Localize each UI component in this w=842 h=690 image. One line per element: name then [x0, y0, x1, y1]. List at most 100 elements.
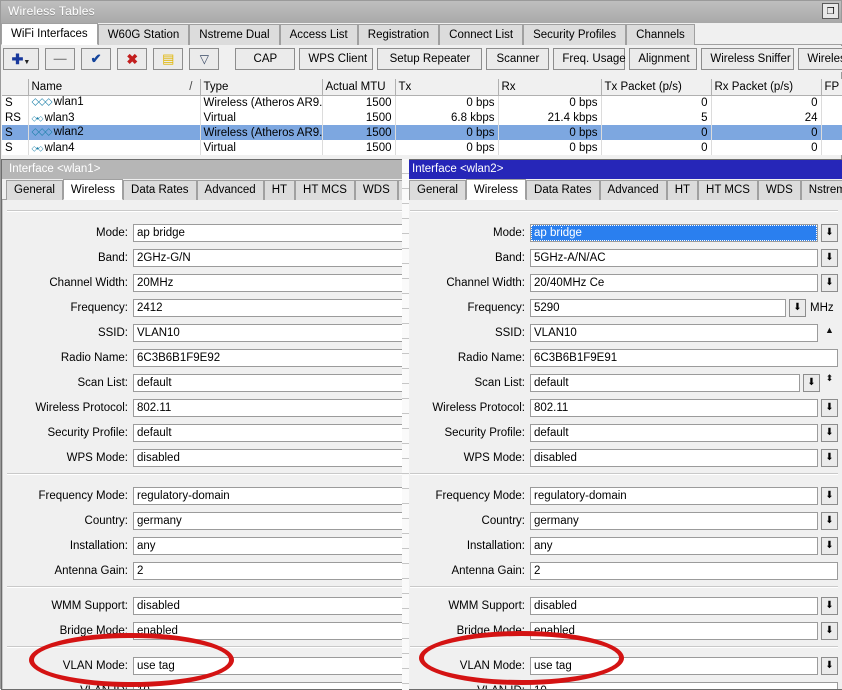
- column-header-rx-packet-p-s-[interactable]: Rx Packet (p/s): [711, 79, 822, 96]
- comment-button[interactable]: ▤: [153, 48, 184, 70]
- toolbar-button-wireless-sniffer[interactable]: Wireless Sniffer: [701, 48, 795, 70]
- dialog-tab-general[interactable]: General: [409, 180, 466, 200]
- dialog-tab-ht[interactable]: HT: [263, 180, 296, 200]
- dropdown-button-scan-list[interactable]: ⬇: [803, 374, 820, 392]
- dialog-tab-general[interactable]: General: [6, 180, 63, 200]
- field-input-ssid[interactable]: VLAN10: [530, 324, 818, 342]
- field-input-antenna-gain[interactable]: 2: [133, 562, 405, 580]
- field-input-wps-mode[interactable]: disabled: [133, 449, 405, 467]
- dropdown-button-country[interactable]: ⬇: [821, 512, 838, 530]
- field-input-band[interactable]: 2GHz-G/N: [133, 249, 405, 267]
- field-input-wireless-protocol[interactable]: 802.11: [530, 399, 818, 417]
- main-tab-wifi-interfaces[interactable]: WiFi Interfaces: [1, 23, 98, 45]
- toolbar-button-freq-usage[interactable]: Freq. Usage: [553, 48, 626, 70]
- toolbar-button-scanner[interactable]: Scanner: [486, 48, 550, 70]
- field-input-installation[interactable]: any: [133, 537, 405, 555]
- toolbar-button-wps-client[interactable]: WPS Client: [299, 48, 374, 70]
- field-input-wireless-protocol[interactable]: 802.11: [133, 399, 405, 417]
- dialog-tab-data-rates[interactable]: Data Rates: [123, 180, 197, 200]
- field-input-radio-name[interactable]: 6C3B6B1F9E92: [133, 349, 405, 367]
- table-row[interactable]: S ⬦⬦⬦ wlan2 Wireless (Atheros AR9... 1500 0 b…: [2, 125, 842, 140]
- disable-button[interactable]: ✖: [117, 48, 148, 70]
- dropdown-button-mode[interactable]: ⬇: [821, 224, 838, 242]
- dropdown-button-vlan-mode[interactable]: ⬇: [821, 657, 838, 675]
- enable-button[interactable]: ✔: [81, 48, 112, 70]
- field-input-mode[interactable]: ap bridge: [133, 224, 405, 242]
- field-input-security-profile[interactable]: default: [133, 424, 405, 442]
- field-input-frequency[interactable]: 5290: [530, 299, 786, 317]
- column-header-type[interactable]: Type: [200, 79, 323, 96]
- field-input-wmm-support[interactable]: disabled: [530, 597, 818, 615]
- table-row[interactable]: S ⬦•⬦ wlan4 Virtual 1500 0 bps 0 bps 0 0: [2, 140, 842, 155]
- field-input-channel-width[interactable]: 20/40MHz Ce: [530, 274, 818, 292]
- dialog-tab-wireless[interactable]: Wireless: [62, 179, 124, 200]
- column-header-actual-mtu[interactable]: Actual MTU: [322, 79, 396, 96]
- field-input-radio-name[interactable]: 6C3B6B1F9E91: [530, 349, 838, 367]
- dialog-tab-ht-mcs[interactable]: HT MCS: [295, 180, 355, 200]
- field-input-vlan-mode[interactable]: use tag: [133, 657, 405, 675]
- wlan2-dialog-title[interactable]: Interface <wlan2>: [405, 160, 842, 179]
- main-tab-nstreme-dual[interactable]: Nstreme Dual: [189, 24, 280, 45]
- wlan1-dialog-title[interactable]: Interface <wlan1>: [2, 160, 408, 179]
- column-header-tx[interactable]: Tx: [395, 79, 499, 96]
- filter-button[interactable]: ▽: [189, 48, 220, 70]
- field-input-scan-list[interactable]: default: [133, 374, 405, 392]
- toolbar-button-setup-repeater[interactable]: Setup Repeater: [377, 48, 483, 70]
- field-input-bridge-mode[interactable]: enabled: [133, 622, 405, 640]
- main-tab-channels[interactable]: Channels: [626, 24, 695, 45]
- dropdown-button-frequency[interactable]: ⬇: [789, 299, 806, 317]
- field-input-security-profile[interactable]: default: [530, 424, 818, 442]
- field-input-installation[interactable]: any: [530, 537, 818, 555]
- dialog-tab-advanced[interactable]: Advanced: [599, 180, 667, 200]
- dropdown-button-band[interactable]: ⬇: [821, 249, 838, 267]
- dialog-tab-ht[interactable]: HT: [666, 180, 699, 200]
- add-button[interactable]: ✚▼: [3, 48, 39, 70]
- main-tab-connect-list[interactable]: Connect List: [439, 24, 524, 45]
- field-input-frequency[interactable]: 2412: [133, 299, 405, 317]
- main-tab-security-profiles[interactable]: Security Profiles: [523, 24, 627, 45]
- dialog-tab-wds[interactable]: WDS: [354, 180, 398, 200]
- field-input-country[interactable]: germany: [530, 512, 818, 530]
- dropdown-button-installation[interactable]: ⬇: [821, 537, 838, 555]
- dropdown-button-channel-width[interactable]: ⬇: [821, 274, 838, 292]
- toolbar-button-cap[interactable]: CAP: [235, 48, 296, 70]
- field-input-antenna-gain[interactable]: 2: [530, 562, 838, 580]
- field-input-channel-width[interactable]: 20MHz: [133, 274, 405, 292]
- dropdown-button-wireless-protocol[interactable]: ⬇: [821, 399, 838, 417]
- dialog-tab-nstreme[interactable]: Nstreme: [800, 180, 842, 200]
- dialog-tab-wds[interactable]: WDS: [757, 180, 801, 200]
- remove-button[interactable]: —: [45, 48, 76, 70]
- field-input-mode[interactable]: ap bridge: [530, 224, 818, 242]
- dropdown-button-wps-mode[interactable]: ⬇: [821, 449, 838, 467]
- column-header-flags[interactable]: [2, 79, 29, 96]
- field-input-frequency-mode[interactable]: regulatory-domain: [133, 487, 405, 505]
- field-input-frequency-mode[interactable]: regulatory-domain: [530, 487, 818, 505]
- up-down-spinner-scan-list[interactable]: ⬍: [823, 374, 836, 392]
- toolbar-button-wireless-snooper[interactable]: Wireless Snooper: [798, 48, 842, 70]
- dropdown-button-security-profile[interactable]: ⬇: [821, 424, 838, 442]
- table-row[interactable]: S ⬦⬦⬦ wlan1 Wireless (Atheros AR9... 1500 0 b…: [2, 95, 842, 110]
- dropdown-button-wmm-support[interactable]: ⬇: [821, 597, 838, 615]
- field-input-scan-list[interactable]: default: [530, 374, 800, 392]
- field-input-country[interactable]: germany: [133, 512, 405, 530]
- main-tab-registration[interactable]: Registration: [357, 24, 440, 45]
- column-header-fp-tx[interactable]: FP Tx: [821, 79, 842, 96]
- window-restore-button[interactable]: ❐: [822, 3, 839, 19]
- field-input-bridge-mode[interactable]: enabled: [530, 622, 818, 640]
- toolbar-button-alignment[interactable]: Alignment: [629, 48, 698, 70]
- dropdown-button-bridge-mode[interactable]: ⬇: [821, 622, 838, 640]
- collapse-up-arrow-ssid[interactable]: ▲: [823, 325, 836, 339]
- dialog-tab-data-rates[interactable]: Data Rates: [526, 180, 600, 200]
- field-input-ssid[interactable]: VLAN10: [133, 324, 405, 342]
- field-input-wmm-support[interactable]: disabled: [133, 597, 405, 615]
- column-header-rx[interactable]: Rx: [498, 79, 602, 96]
- dropdown-button-frequency-mode[interactable]: ⬇: [821, 487, 838, 505]
- field-input-wps-mode[interactable]: disabled: [530, 449, 818, 467]
- dialog-tab-advanced[interactable]: Advanced: [196, 180, 264, 200]
- table-row[interactable]: RS ⬦•⬦ wlan3 Virtual 1500 6.8 kbps 21.4 kbps 5 2…: [2, 110, 842, 125]
- field-input-band[interactable]: 5GHz-A/N/AC: [530, 249, 818, 267]
- column-header-tx-packet-p-s-[interactable]: Tx Packet (p/s): [601, 79, 712, 96]
- column-header-name[interactable]: Name /: [28, 79, 201, 96]
- dialog-tab-ht-mcs[interactable]: HT MCS: [698, 180, 758, 200]
- dialog-tab-wireless[interactable]: Wireless: [465, 179, 527, 200]
